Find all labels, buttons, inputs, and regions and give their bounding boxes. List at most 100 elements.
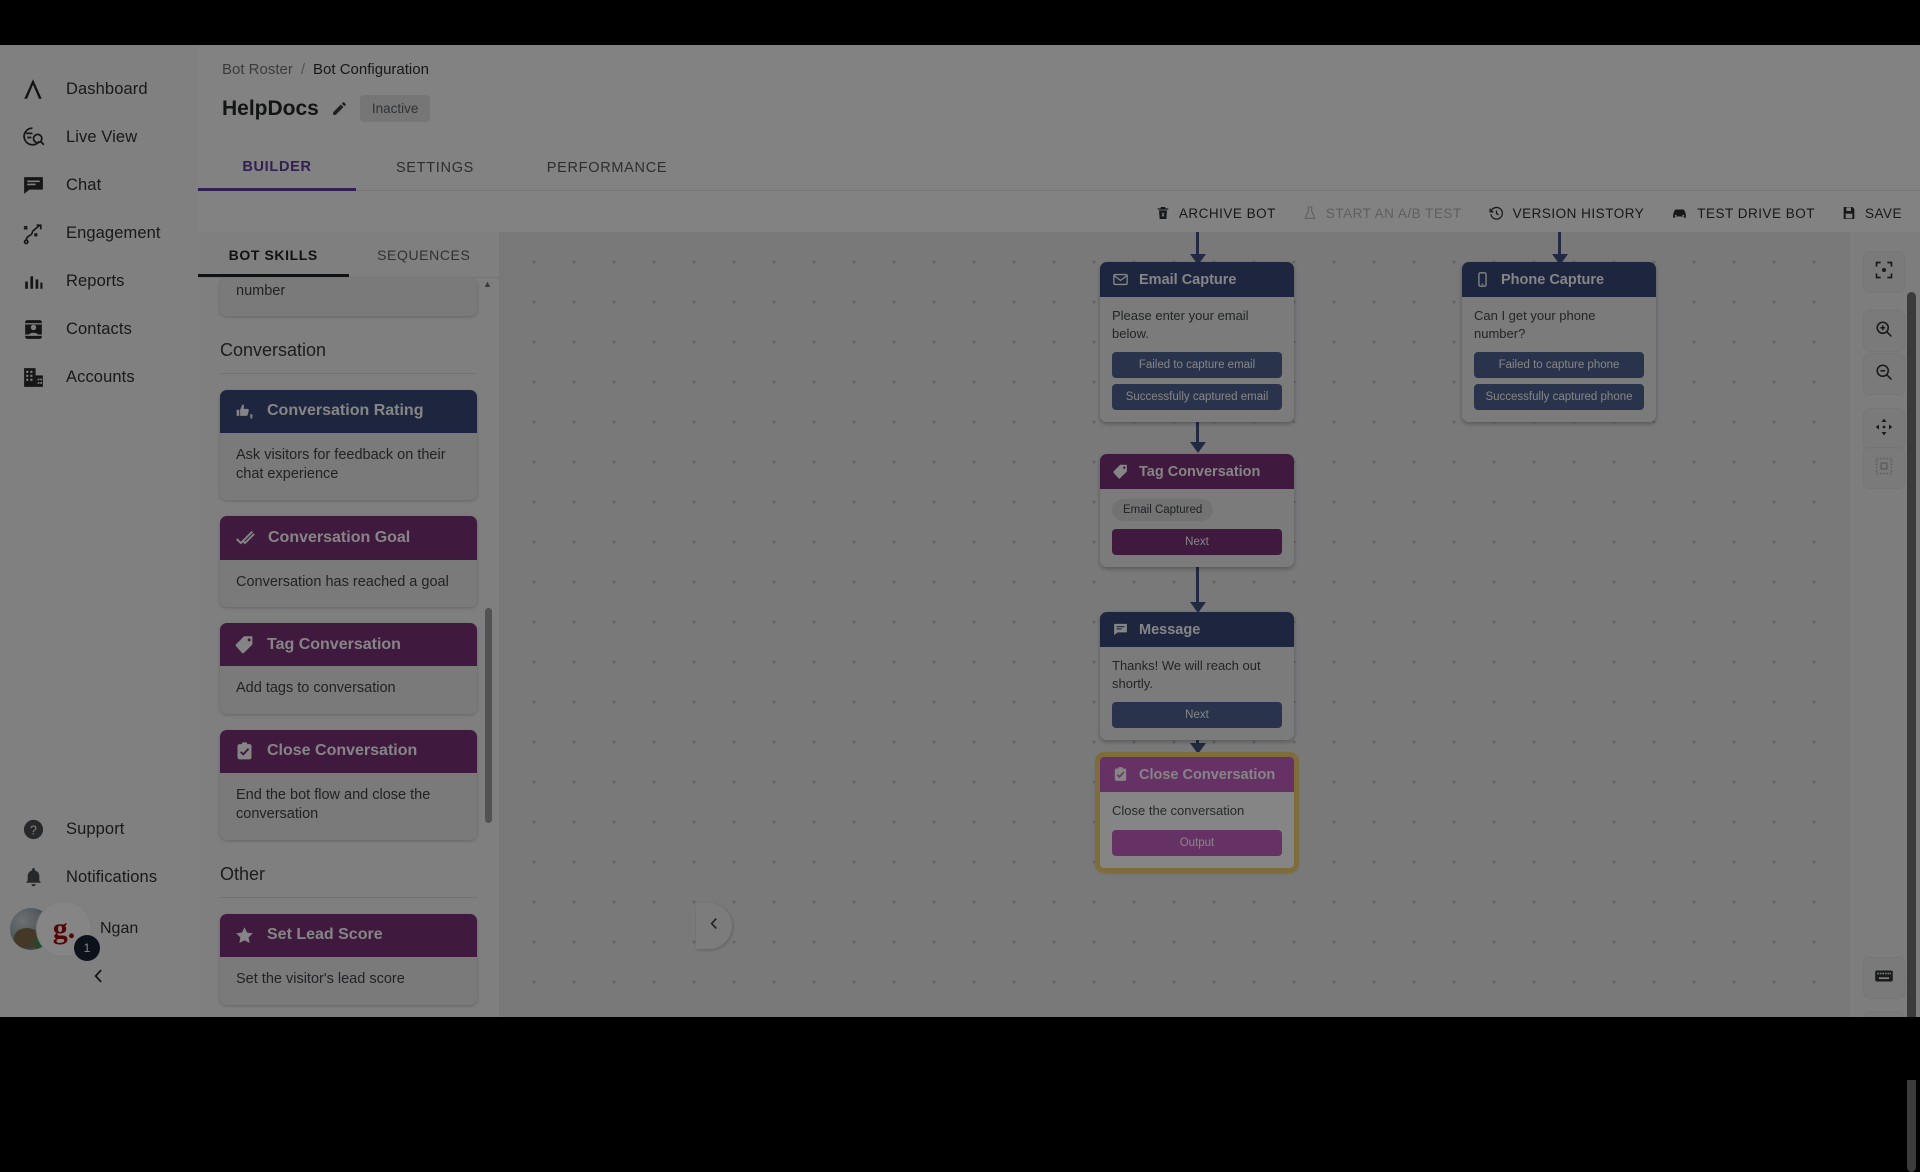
node-body: Close the conversation Output [1100,792,1294,868]
bot-actions-toolbar: ARCHIVE BOT START AN A/B TEST VERSION HI… [1155,193,1902,233]
tab-bot-skills[interactable]: BOT SKILLS [198,232,349,277]
clipboard-check-icon [1112,766,1129,783]
sidebar-profile[interactable]: g. 1 Ngan [0,901,198,957]
page-title: HelpDocs [222,97,319,121]
keyboard-shortcuts-icon [1873,965,1895,992]
sidebar-item-notifications[interactable]: Notifications [0,853,198,901]
status-badge: Inactive [360,95,431,122]
node-phone-capture[interactable]: Phone Capture Can I get your phone numbe… [1462,262,1656,422]
contacts-icon [18,314,48,344]
node-output-next[interactable]: Next [1112,529,1282,555]
node-close-conversation[interactable]: Close Conversation Close the conversatio… [1100,757,1294,868]
sidebar-item-chat[interactable]: Chat [0,161,198,209]
zoom-in-button[interactable] [1864,311,1904,351]
sidebar-item-label: Live View [66,128,137,147]
node-title: Message [1139,622,1200,638]
bot-skills-panel: BOT SKILLS SEQUENCES number Conversation [198,232,500,1017]
skill-card-title: Close Conversation [267,742,417,760]
node-title: Tag Conversation [1139,464,1260,480]
node-body: Email Captured Next [1100,489,1294,567]
node-output-next[interactable]: Next [1112,702,1282,728]
tab-builder[interactable]: BUILDER [198,145,356,191]
check-flag-icon [234,527,256,549]
toolbar-label: ARCHIVE BOT [1179,206,1276,221]
car-icon [1670,204,1689,223]
phone-icon [1474,271,1491,288]
chevron-left-icon [89,966,109,991]
zoom-out-button[interactable] [1864,354,1904,394]
tag-chip: Email Captured [1112,499,1213,521]
sidebar-item-label: Chat [66,176,101,195]
main-region: Bot Roster / Bot Configuration HelpDocs … [198,45,1920,1017]
sidebar-item-reports[interactable]: Reports [0,257,198,305]
scroll-up-arrow-icon[interactable]: ▲ [482,280,493,289]
pan-move-button[interactable] [1864,409,1904,449]
skill-card-close-conversation[interactable]: Close Conversation End the bot flow and … [220,730,477,840]
breadcrumb-parent[interactable]: Bot Roster [222,61,293,78]
sidebar-item-accounts[interactable]: Accounts [0,353,198,401]
node-output-success-phone[interactable]: Successfully captured phone [1474,384,1644,410]
skills-list: number Conversation Conversation Rating … [198,278,499,1017]
archive-bot-button[interactable]: ARCHIVE BOT [1155,205,1276,221]
start-ab-test-button[interactable]: START AN A/B TEST [1302,205,1462,221]
tab-performance[interactable]: PERFORMANCE [514,145,700,191]
divider [220,373,477,374]
version-history-button[interactable]: VERSION HISTORY [1488,205,1645,222]
sidebar-item-dashboard[interactable]: Dashboard [0,65,198,113]
live-view-icon [18,122,48,152]
bot-flow-canvas[interactable]: Email Capture Please enter your email be… [500,232,1850,1017]
skill-card-desc: number [236,282,461,302]
skills-panel-scrollbar[interactable]: ▲ [482,278,493,1007]
sidebar-item-support[interactable]: ? Support [0,805,198,853]
focus-target-button[interactable] [1864,252,1904,292]
sidebar-main-items: Dashboard Live View Chat [0,45,198,401]
node-text: Thanks! We will reach out shortly. [1112,657,1282,692]
tab-settings[interactable]: SETTINGS [356,145,514,191]
zoom-in-icon [1874,319,1894,344]
skills-group-label-conversation: Conversation [220,340,477,361]
star-icon [234,925,255,946]
node-output-success-email[interactable]: Successfully captured email [1112,384,1282,410]
tab-label: SETTINGS [396,160,474,176]
zoom-out-icon [1874,362,1894,387]
node-tag-conversation[interactable]: Tag Conversation Email Captured Next [1100,454,1294,567]
sidebar-item-engagement[interactable]: Engagement [0,209,198,257]
node-message[interactable]: Message Thanks! We will reach out shortl… [1100,612,1294,740]
skill-card-desc: Ask visitors for feedback on their chat … [220,433,477,500]
scrollbar-thumb[interactable] [485,608,492,823]
skill-card-tag-conversation[interactable]: Tag Conversation Add tags to conversatio… [220,623,477,714]
sidebar-item-live-view[interactable]: Live View [0,113,198,161]
skill-card-conversation-rating[interactable]: Conversation Rating Ask visitors for fee… [220,390,477,500]
sidebar-item-label: Engagement [66,224,161,243]
brand-logo-badge[interactable]: g. 1 [36,901,92,957]
node-body: Please enter your email below. Failed to… [1100,297,1294,422]
scroll-down-arrow-icon[interactable]: ▼ [1905,970,1915,981]
pan-move-icon [1874,417,1894,442]
skill-card-set-lead-score[interactable]: Set Lead Score Set the visitor's lead sc… [220,914,477,1005]
skill-card-desc: Conversation has reached a goal [220,560,477,608]
sidebar-item-label: Reports [66,272,124,291]
node-header: Message [1100,612,1294,647]
save-button[interactable]: SAVE [1841,205,1902,221]
skill-card-conversation-goal[interactable]: Conversation Goal Conversation has reach… [220,516,477,608]
sidebar-collapse-button[interactable] [0,957,198,999]
skill-card-partial[interactable]: number [220,278,477,316]
node-output-failed-email[interactable]: Failed to capture email [1112,352,1282,378]
edit-pencil-icon[interactable] [331,100,348,117]
node-title: Email Capture [1139,272,1237,288]
keyboard-shortcuts-button[interactable] [1864,958,1904,998]
test-drive-bot-button[interactable]: TEST DRIVE BOT [1670,204,1815,223]
focus-target-icon [1874,260,1894,285]
arrow-email-to-tag [1190,442,1206,453]
minimap-button[interactable] [1864,448,1904,488]
sidebar-item-contacts[interactable]: Contacts [0,305,198,353]
skills-panel-tabs: BOT SKILLS SEQUENCES [198,232,499,278]
chat-icon [1112,621,1129,638]
clipboard-check-icon [234,741,255,762]
node-output-failed-phone[interactable]: Failed to capture phone [1474,352,1644,378]
node-email-capture[interactable]: Email Capture Please enter your email be… [1100,262,1294,422]
tab-sequences[interactable]: SEQUENCES [349,232,500,277]
node-output-button[interactable]: Output [1112,830,1282,856]
minimap-icon [1874,456,1894,481]
canvas-scrollbar[interactable]: ▼ [1906,292,1916,987]
